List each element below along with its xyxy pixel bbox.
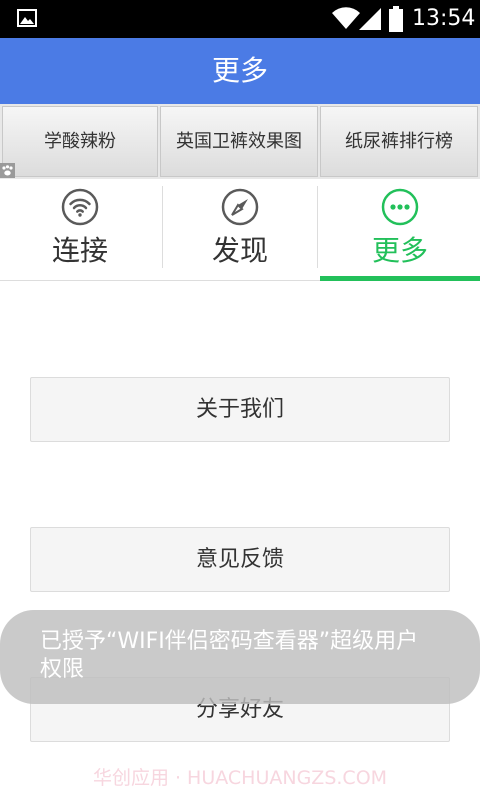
- title-bar: 更多: [0, 38, 480, 104]
- banner-item-3[interactable]: 纸尿裤排行榜: [320, 106, 478, 177]
- tab-connect-label: 连接: [51, 234, 108, 267]
- tab-discover-label: 发现: [211, 234, 268, 267]
- tab-discover[interactable]: 发现: [160, 179, 320, 281]
- tab-bar: 连接 发现 更多: [0, 179, 480, 281]
- tab-connect[interactable]: 连接: [0, 179, 160, 281]
- active-tab-indicator: [320, 276, 480, 281]
- tab-more[interactable]: 更多: [320, 179, 480, 281]
- banner-item-2[interactable]: 英国卫裤效果图: [160, 106, 318, 177]
- wifi-icon: [332, 7, 360, 29]
- feedback-button[interactable]: 意见反馈: [30, 527, 450, 592]
- tab-divider: [317, 186, 318, 268]
- about-us-button[interactable]: 关于我们: [30, 377, 450, 442]
- ad-banner: 学酸辣粉 英国卫裤效果图 纸尿裤排行榜: [0, 104, 480, 179]
- watermark: 华创应用 · HUACHUANGZS.COM: [92, 767, 388, 789]
- banner-item-1[interactable]: 学酸辣粉: [2, 106, 158, 177]
- more-dots-icon: [381, 188, 419, 226]
- compass-icon: [221, 188, 259, 226]
- gallery-icon: [17, 9, 37, 27]
- root-permission-toast: 已授予“WIFI伴侣密码查看器”超级用户权限: [0, 610, 480, 704]
- status-time: 13:54: [412, 6, 476, 31]
- wifi-icon: [61, 188, 99, 226]
- signal-icon: [359, 8, 381, 30]
- status-bar: 13:54: [0, 0, 480, 38]
- tab-more-label: 更多: [371, 234, 428, 267]
- page-title: 更多: [211, 54, 268, 87]
- paw-icon: [0, 163, 15, 178]
- battery-icon: [389, 6, 403, 32]
